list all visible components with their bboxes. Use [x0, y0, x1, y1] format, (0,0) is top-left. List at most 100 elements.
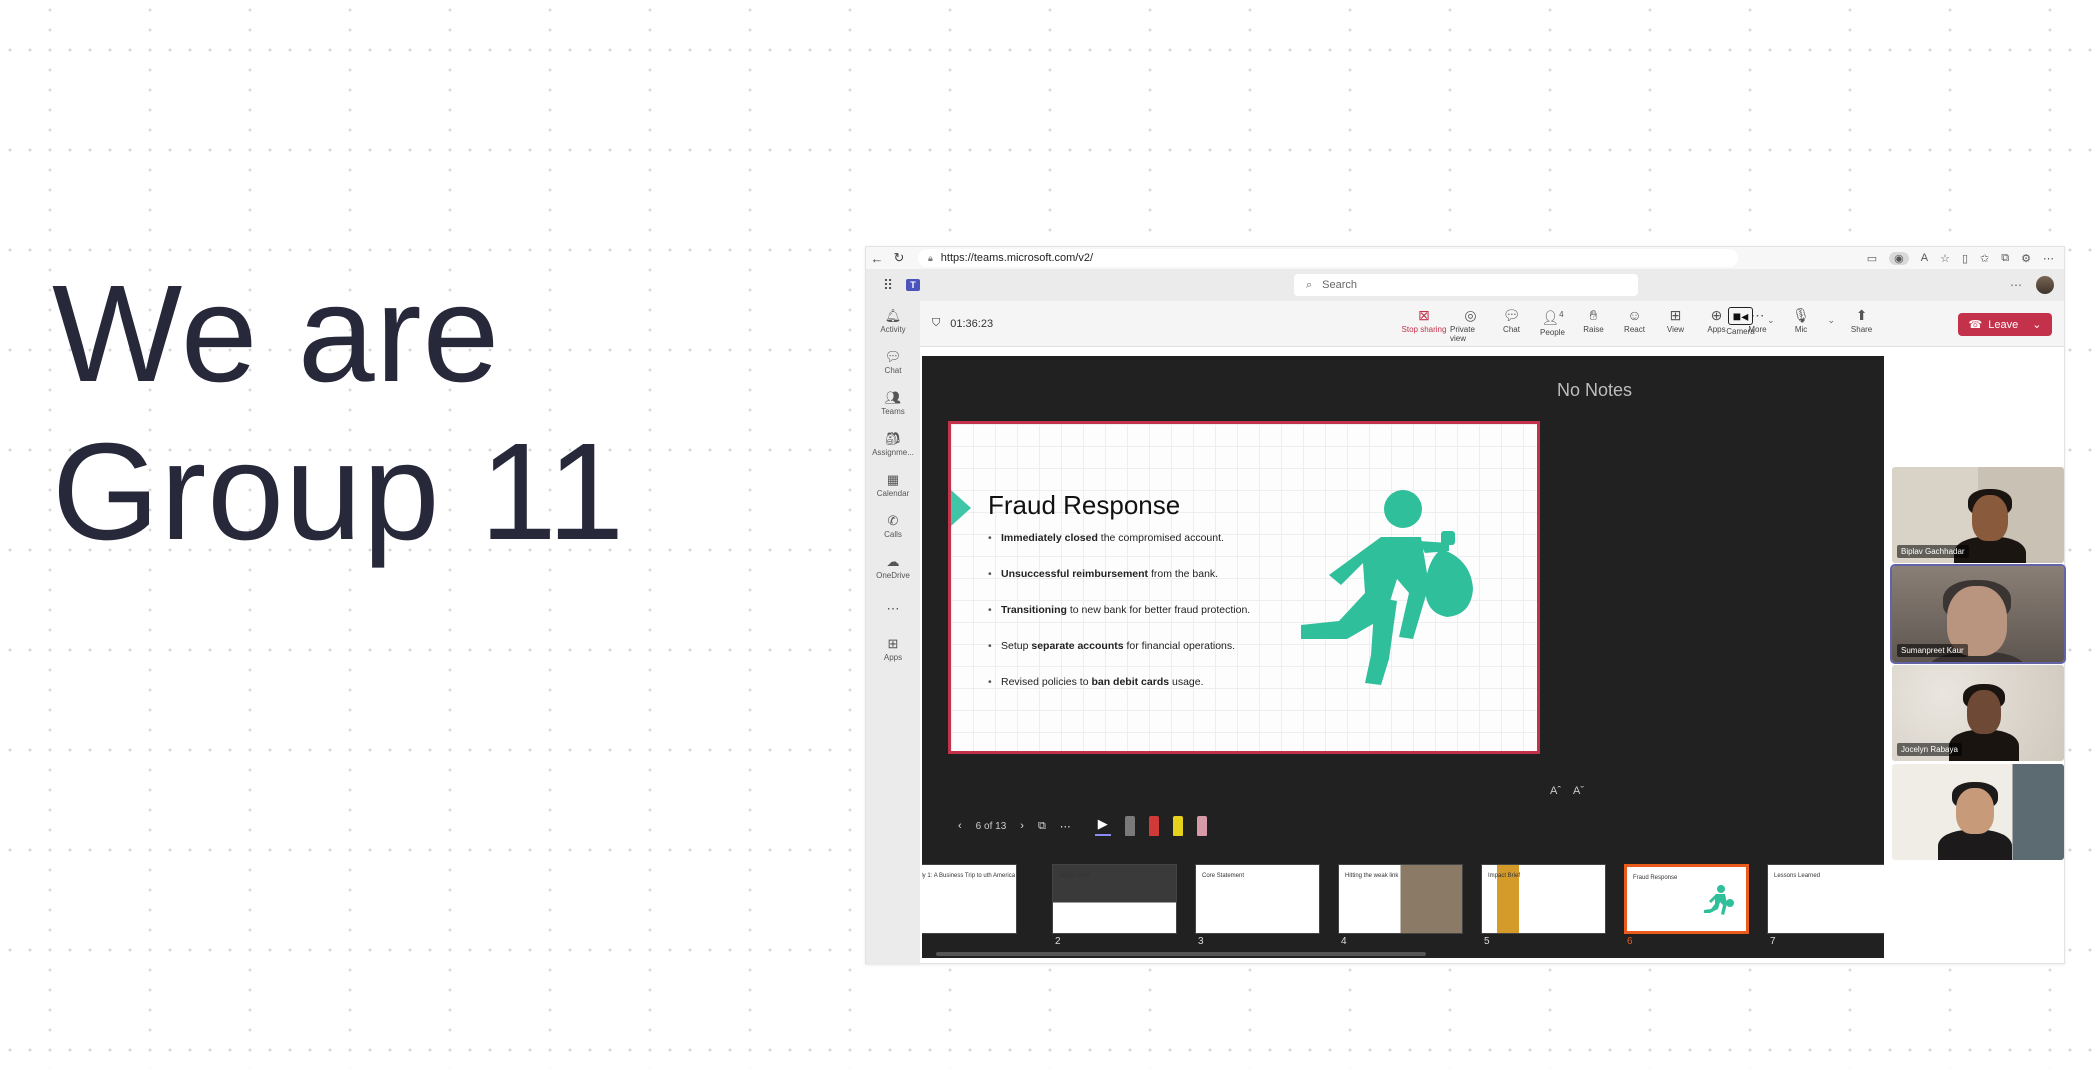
- slide-thumbnail[interactable]: Impact Brief: [1481, 864, 1606, 934]
- rail-item-apps[interactable]: ⊞ Apps: [866, 629, 920, 670]
- rail-item-activity[interactable]: 🔔︎ Activity: [866, 301, 920, 342]
- rail-item-teams[interactable]: 👥︎ Teams: [866, 383, 920, 424]
- avatar[interactable]: [2036, 276, 2054, 294]
- thumbnail-number: 3: [1198, 936, 1204, 947]
- thumbnail-number: 7: [1770, 936, 1776, 947]
- share-button[interactable]: ⬆ Share: [1841, 307, 1882, 336]
- leave-button[interactable]: ☎︎ Leave ⌄: [1958, 313, 2052, 336]
- meeting-toolbar: ⛉ 01:36:23 ⊠ Stop sharing ◎ Private view 💬︎ C…: [920, 301, 2064, 347]
- stop-sharing-button[interactable]: ⊠ Stop sharing: [1398, 307, 1450, 343]
- previous-slide-icon[interactable]: ‹: [958, 820, 962, 832]
- slide-bullet: Transitioning to new bank for better fra…: [988, 604, 1258, 640]
- chevron-down-icon[interactable]: ⌄: [1828, 315, 1836, 336]
- thumbnail-number: 5: [1484, 936, 1490, 947]
- browser-menu-icon[interactable]: ⋯: [2043, 252, 2054, 265]
- pen-tools: ▶: [1094, 816, 1207, 836]
- running-thief-icon: [1704, 885, 1734, 915]
- running-thief-icon: [1301, 490, 1473, 685]
- slide-thumbnail[interactable]: Core Statement: [1195, 864, 1320, 934]
- rail-item-assignme[interactable]: 🎒︎ Assignme...: [866, 424, 920, 465]
- url-text: https://teams.microsoft.com/v2/: [940, 252, 1094, 264]
- bullet-text: the compromised account.: [1097, 532, 1224, 544]
- smiley-icon: ☺︎: [1627, 307, 1642, 323]
- thumbnail-number: 6: [1627, 936, 1633, 947]
- next-slide-icon[interactable]: ›: [1020, 820, 1024, 832]
- teams-icon: 👥︎: [884, 390, 902, 405]
- slide-thumbnail[interactable]: Fraud Response: [1624, 864, 1749, 934]
- rail-item-label: OneDrive: [876, 571, 910, 580]
- more-icon: ⋯: [886, 600, 900, 616]
- chevron-down-icon[interactable]: ⌄: [1767, 315, 1775, 336]
- participant-tile[interactable]: Sumanpreet Kaur: [1890, 564, 2066, 664]
- camera-button[interactable]: ■◂ Camera: [1720, 307, 1761, 336]
- raise-button[interactable]: ✋︎ Raise: [1573, 307, 1614, 343]
- site-info-icon[interactable]: 🔒︎: [928, 253, 933, 264]
- browser-toolbar: ▭ ◉ A ☆ ▯ ✩ ⧉ ⚙ ⋯: [1867, 251, 2064, 265]
- slide-thumbnail[interactable]: Lessons Learned: [1767, 864, 1884, 934]
- slide-bullet: Setup separate accounts for financial op…: [988, 640, 1258, 676]
- bullet-prefix: Revised policies to: [1001, 676, 1092, 688]
- slide-bullet: Immediately closed the compromised accou…: [988, 532, 1258, 568]
- app-launcher-icon[interactable]: ⠿: [876, 277, 900, 294]
- read-aloud-icon[interactable]: A: [1921, 252, 1928, 265]
- highlighter-icon[interactable]: [1172, 816, 1183, 836]
- bullet-bold: ban debit cards: [1091, 676, 1170, 688]
- tracking-prevention-icon[interactable]: ◉: [1889, 251, 1909, 265]
- rail-item-calendar[interactable]: ▦ Calendar: [866, 465, 920, 506]
- rail-item-label: Chat: [884, 366, 902, 375]
- shield-icon[interactable]: ⛉: [932, 317, 940, 330]
- search-input[interactable]: ⌕ Search: [1294, 274, 1638, 296]
- url-field[interactable]: 🔒︎ https://teams.microsoft.com/v2/: [918, 249, 1738, 267]
- pen-tool-icon[interactable]: [1124, 816, 1135, 836]
- participant-tile[interactable]: Biplav Gachhadar: [1892, 467, 2064, 563]
- rail-item-chat[interactable]: 💬︎ Chat: [866, 342, 920, 383]
- rail-item-calls[interactable]: ✆ Calls: [866, 506, 920, 547]
- browser-window: ← ↻ 🔒︎ https://teams.microsoft.com/v2/ ▭…: [865, 246, 2066, 965]
- thumbnail-title: Impact Brief: [1488, 873, 1521, 879]
- phone-hangup-icon: ☎︎: [1968, 319, 1983, 331]
- mic-icon: 🎙︎: [1792, 307, 1810, 323]
- thumbnail-title: Hitting the weak link: [1345, 873, 1399, 879]
- people-button[interactable]: 👤︎4 People: [1532, 307, 1573, 343]
- thumbnail-scrollbar[interactable]: [936, 952, 1426, 956]
- mic-button[interactable]: 🎙︎ Mic: [1781, 307, 1822, 336]
- refresh-icon[interactable]: ↻: [888, 250, 910, 266]
- thumbnail-title: Fraud Response: [1633, 875, 1678, 881]
- slide-thumbnail[interactable]: ase Study 1: A Business Trip to uth Amer…: [922, 864, 1017, 934]
- slide-thumbnail[interactable]: Hitting the weak link: [1338, 864, 1463, 934]
- red-pen-icon[interactable]: [1148, 816, 1159, 836]
- bullet-text: for financial operations.: [1123, 640, 1236, 652]
- cloud-icon: ☁︎: [886, 554, 900, 569]
- participant-tile[interactable]: [1892, 764, 2064, 860]
- more-options-icon[interactable]: ⋯: [1060, 820, 1071, 833]
- collections-icon[interactable]: ⧉: [2001, 252, 2009, 265]
- see-all-slides-icon[interactable]: ⧉: [1038, 820, 1046, 833]
- laser-pointer-icon[interactable]: ▶: [1094, 816, 1111, 836]
- search-placeholder: Search: [1322, 279, 1358, 291]
- control-label: View: [1666, 325, 1685, 334]
- rail-item-label: Teams: [881, 407, 905, 416]
- settings-more-icon[interactable]: ⋯: [2010, 278, 2022, 292]
- rail-item-more[interactable]: ⋯: [866, 588, 920, 629]
- slide-thumbnail[interactable]: Attack Brief: [1052, 864, 1177, 934]
- chevron-down-icon[interactable]: ⌄: [2032, 318, 2041, 331]
- chat-button[interactable]: 💬︎ Chat: [1491, 307, 1532, 343]
- rail-item-label: Calendar: [876, 489, 910, 498]
- extensions-icon[interactable]: ⚙: [2021, 252, 2031, 265]
- view-button[interactable]: ⊞ View: [1655, 307, 1696, 343]
- participant-tile[interactable]: Jocelyn Rabaya: [1892, 665, 2064, 761]
- eraser-icon[interactable]: [1196, 816, 1207, 836]
- bullet-bold: separate accounts: [1031, 640, 1124, 652]
- react-button[interactable]: ☺︎ React: [1614, 307, 1655, 343]
- bullet-text: to new bank for better fraud protection.: [1066, 604, 1251, 616]
- favorites-icon[interactable]: ✩: [1980, 252, 1989, 265]
- rail-item-onedrive[interactable]: ☁︎ OneDrive: [866, 547, 920, 588]
- font-increase-button[interactable]: Aˆ: [1550, 785, 1561, 797]
- bullet-prefix: Setup: [1001, 640, 1032, 652]
- video-icon[interactable]: ▭: [1867, 252, 1877, 265]
- split-screen-icon[interactable]: ▯: [1962, 252, 1968, 265]
- font-decrease-button[interactable]: Aˇ: [1573, 785, 1584, 797]
- back-arrow-icon[interactable]: ←: [866, 251, 888, 266]
- private-view-button[interactable]: ◎ Private view: [1450, 307, 1491, 343]
- favorite-star-icon[interactable]: ☆: [1940, 252, 1950, 265]
